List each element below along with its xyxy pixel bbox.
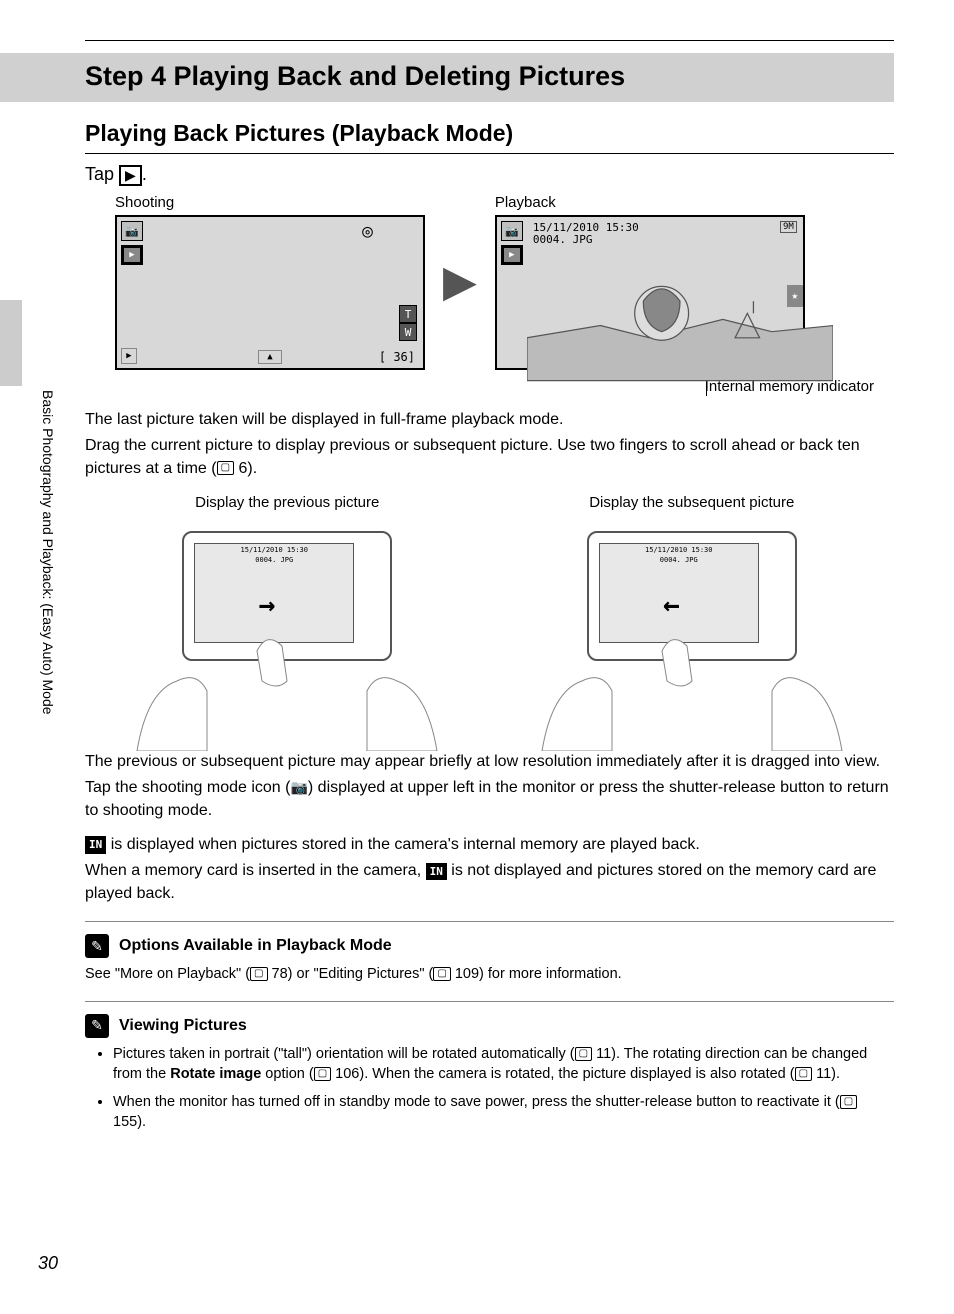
body-paragraph-2: The previous or subsequent picture may a… (85, 751, 894, 822)
tap-prefix: Tap (85, 164, 119, 184)
camera-mode-icon: 📷 (501, 221, 523, 241)
next-picture-col: Display the subsequent picture 15/11/201… (490, 494, 895, 721)
note-options-playback: ✎ Options Available in Playback Mode See… (85, 921, 894, 984)
list-item: Pictures taken in portrait ("tall") orie… (113, 1044, 894, 1085)
body-3b: When a memory card is inserted in the ca… (85, 860, 894, 905)
device-screen: 15/11/2010 15:30 0004. JPG → (194, 543, 354, 643)
note-title: Options Available in Playback Mode (119, 937, 392, 955)
play-mode-icon: ▶ (121, 245, 143, 265)
swipe-gesture-row: Display the previous picture 15/11/2010 … (85, 494, 894, 721)
swipe-left-illustration: 15/11/2010 15:30 0004. JPG ← (562, 531, 822, 721)
sidebar-chapter-label: Basic Photography and Playback: (Easy Au… (40, 390, 56, 830)
book-icon: ▢ (433, 967, 450, 981)
swipe-arrow-left-icon: ← (663, 588, 680, 621)
book-icon: ▢ (314, 1067, 331, 1081)
zoom-w: W (399, 323, 417, 341)
note-viewing-pictures: ✎ Viewing Pictures Pictures taken in por… (85, 1001, 894, 1133)
body-2b: Tap the shooting mode icon (📷) displayed… (85, 777, 894, 822)
step-header: Step 4 Playing Back and Deleting Picture… (0, 53, 894, 102)
book-icon: ▢ (250, 967, 267, 981)
up-arrow-icon: ▲ (258, 350, 282, 364)
transition-arrow-icon: ▶ (443, 256, 477, 307)
hands-illustration (532, 631, 852, 751)
zoom-buttons: T W (399, 305, 417, 341)
playback-filename: 0004. JPG (533, 233, 593, 246)
quality-badge: 9M (780, 221, 797, 233)
pencil-icon: ✎ (85, 934, 109, 958)
play-small-icon: ▶ (121, 348, 137, 364)
next-label: Display the subsequent picture (490, 494, 895, 511)
hands-illustration (127, 631, 447, 751)
swipe-right-illustration: 15/11/2010 15:30 0004. JPG → (157, 531, 417, 721)
book-icon: ▢ (575, 1047, 592, 1061)
list-item: When the monitor has turned off in stand… (113, 1092, 894, 1133)
note-list: Pictures taken in portrait ("tall") orie… (113, 1044, 894, 1133)
body-1b: Drag the current picture to display prev… (85, 435, 894, 480)
page-number: 30 (38, 1253, 58, 1274)
section-title: Playing Back Pictures (Playback Mode) (85, 120, 894, 154)
book-icon: ▢ (795, 1067, 812, 1081)
play-mode-icon: ▶ (501, 245, 523, 265)
effects-icon: ◎ (362, 221, 373, 242)
playback-label: Playback (495, 194, 805, 211)
shooting-column: Shooting 📷 ▶ ◎ T W ▶ ▲ [ 36] (115, 194, 425, 370)
shooting-screen: 📷 ▶ ◎ T W ▶ ▲ [ 36] (115, 215, 425, 370)
playback-column: Playback 📷 ▶ 15/11/2010 15:30 0004. JPG … (495, 194, 805, 370)
book-icon: ▢ (840, 1095, 857, 1109)
previous-label: Display the previous picture (85, 494, 490, 511)
playback-screen: 📷 ▶ 15/11/2010 15:30 0004. JPG 9M ★ ▲ IN… (495, 215, 805, 370)
shooting-label: Shooting (115, 194, 425, 211)
body-paragraph-1: The last picture taken will be displayed… (85, 409, 894, 480)
step-title: Step 4 Playing Back and Deleting Picture… (85, 61, 894, 92)
note-text: See "More on Playback" (▢ 78) or "Editin… (85, 964, 894, 984)
body-1a: The last picture taken will be displayed… (85, 409, 894, 431)
camera-icon: 📷 (290, 778, 307, 798)
playback-illustration (527, 247, 833, 398)
playback-button-icon: ▶ (119, 165, 142, 186)
body-paragraph-3: IN is displayed when pictures stored in … (85, 834, 894, 905)
body-2a: The previous or subsequent picture may a… (85, 751, 894, 773)
camera-mode-icon: 📷 (121, 221, 143, 241)
shot-counter: [ 36] (379, 350, 415, 364)
top-rule (85, 40, 894, 41)
tap-suffix: . (142, 164, 147, 184)
zoom-t: T (399, 305, 417, 323)
in-memory-icon: IN (85, 836, 106, 853)
in-memory-icon: IN (426, 863, 447, 880)
note-title: Viewing Pictures (119, 1017, 247, 1035)
sidebar-tab (0, 300, 22, 386)
content-area: Tap ▶. Shooting 📷 ▶ ◎ T W ▶ ▲ [ 36] (85, 164, 894, 1133)
pencil-icon: ✎ (85, 1014, 109, 1038)
swipe-arrow-right-icon: → (258, 588, 275, 621)
manual-page: Step 4 Playing Back and Deleting Picture… (0, 0, 954, 1314)
tap-instruction: Tap ▶. (85, 164, 894, 186)
body-3a: IN is displayed when pictures stored in … (85, 834, 894, 856)
previous-picture-col: Display the previous picture 15/11/2010 … (85, 494, 490, 721)
shooting-playback-row: Shooting 📷 ▶ ◎ T W ▶ ▲ [ 36] ▶ Playback (115, 194, 894, 370)
device-screen: 15/11/2010 15:30 0004. JPG ← (599, 543, 759, 643)
book-icon: ▢ (217, 461, 234, 475)
